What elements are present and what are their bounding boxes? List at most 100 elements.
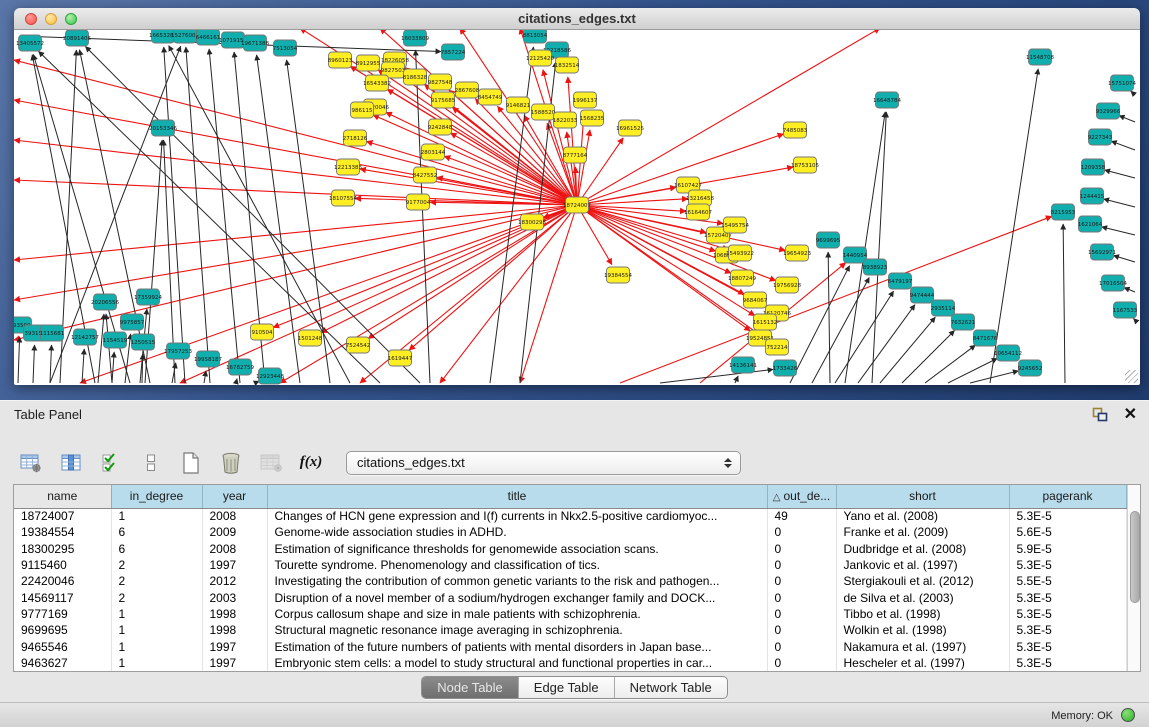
graph-node[interactable]: 19756928 [773,277,801,293]
close-panel-icon[interactable]: ✕ [1124,407,1137,422]
graph-node[interactable]: 9684067 [743,292,768,308]
network-window-titlebar[interactable]: citations_edges.txt [14,8,1140,30]
graph-edge[interactable] [409,205,577,350]
table-row[interactable]: 911546021997Tourette syndrome. Phenomeno… [14,557,1126,573]
graph-edge[interactable] [14,100,577,205]
table-cell[interactable]: 14569117 [14,589,111,605]
graph-edge[interactable] [236,379,237,383]
graph-node[interactable]: 11548708 [1026,49,1054,65]
graph-node[interactable]: 1621064 [1078,216,1103,232]
graph-node[interactable]: 18807249 [728,270,756,286]
table-cell[interactable]: 5.3E-5 [1009,638,1126,654]
graph-edge[interactable] [112,352,114,383]
graph-node[interactable]: 9227343 [1088,129,1113,145]
graph-node[interactable]: 7485083 [783,122,808,138]
table-cell[interactable]: 5.5E-5 [1009,573,1126,589]
graph-node[interactable]: 8938923 [863,259,888,275]
column-header-in_degree[interactable]: in_degree [111,485,202,508]
network-canvas[interactable]: 1340557220891406166532871527600764661611… [14,30,1140,385]
graph-node[interactable]: 2803144 [421,144,446,160]
graph-node[interactable]: 8427552 [413,167,438,183]
show-columns-icon[interactable] [60,452,82,474]
graph-node[interactable]: 8777164 [563,147,588,163]
delete-rows-icon[interactable] [220,452,242,474]
graph-node[interactable]: 17016504 [1099,275,1127,291]
table-cell[interactable]: 5.3E-5 [1009,655,1126,671]
graph-edge[interactable] [835,291,894,383]
table-cell[interactable]: 2 [111,589,202,605]
graph-node[interactable]: 17957253 [164,343,192,359]
table-cell[interactable]: 2 [111,573,202,589]
graph-node[interactable]: 12213383 [334,159,362,175]
table-cell[interactable]: 49 [767,508,836,524]
table-cell[interactable]: Genome-wide association studies in ADHD. [267,524,767,540]
graph-edge[interactable] [880,317,935,383]
column-header-short[interactable]: short [836,485,1009,508]
graph-node[interactable]: 6466161 [196,30,221,45]
table-row[interactable]: 1456911722003Disruption of a novel membe… [14,589,1126,605]
graph-node[interactable]: 8215953 [1051,204,1076,220]
table-cell[interactable]: Franke et al. (2009) [836,524,1009,540]
graph-edge[interactable] [1124,288,1135,292]
graph-node[interactable]: 2935114 [931,300,956,316]
table-cell[interactable]: 9463627 [14,655,111,671]
table-cell[interactable]: 18300295 [14,541,111,557]
graph-edge[interactable] [858,305,915,383]
table-cell[interactable]: Corpus callosum shape and size in male p… [267,606,767,622]
graph-node[interactable]: 18724007 [563,197,591,213]
graph-node[interactable]: 15495754 [721,217,749,233]
table-row[interactable]: 1872400712008Changes of HCN gene express… [14,508,1126,524]
graph-edge[interactable] [1105,170,1135,178]
graph-node[interactable]: 1996137 [573,92,598,108]
graph-node[interactable]: 1619447 [388,350,413,366]
graph-node[interactable]: 17359924 [134,289,162,305]
table-cell[interactable]: 0 [767,557,836,573]
graph-node[interactable]: 1822033 [553,112,578,128]
graph-node[interactable]: 1115681 [40,325,65,341]
table-cell[interactable]: Changes of HCN gene expression and I(f) … [267,508,767,524]
table-settings-icon[interactable] [20,452,42,474]
graph-node[interactable]: 9177004 [406,194,431,210]
graph-node[interactable]: 7524542 [346,337,371,353]
graph-node[interactable]: 1615132 [753,314,778,330]
table-cell[interactable]: Stergiakouli et al. (2012) [836,573,1009,589]
table-cell[interactable]: Estimation of significance thresholds fo… [267,541,767,557]
graph-node[interactable]: 1244415 [1080,188,1105,204]
table-cell[interactable]: 9115460 [14,557,111,573]
graph-node[interactable]: 19654923 [783,245,811,261]
column-header-pagerank[interactable]: pagerank [1009,485,1126,508]
table-cell[interactable]: 5.9E-5 [1009,541,1126,557]
graph-node[interactable]: 9975857 [120,314,145,330]
graph-edge[interactable] [142,354,143,383]
table-cell[interactable]: 2 [111,557,202,573]
graph-node[interactable]: 9329966 [1096,103,1121,119]
graph-edge[interactable] [520,205,577,383]
graph-node[interactable]: 12125420 [526,50,554,66]
graph-node[interactable]: 18753105 [791,157,819,173]
graph-node[interactable]: 20206556 [91,294,119,310]
graph-edge[interactable] [1133,318,1135,320]
graph-node[interactable]: 16033809 [401,30,429,46]
table-cell[interactable]: 9699695 [14,622,111,638]
table-cell[interactable]: 5.3E-5 [1009,589,1126,605]
network-window[interactable]: citations_edges.txt 13405572208914061665… [14,8,1140,385]
graph-edge[interactable] [18,337,20,383]
graph-edge[interactable] [209,49,240,383]
table-cell[interactable]: Hescheler et al. (1997) [836,655,1009,671]
table-cell[interactable]: Wolkin et al. (1998) [836,622,1009,638]
table-cell[interactable]: 2012 [202,573,267,589]
graph-node[interactable]: 9474444 [910,287,935,303]
graph-edge[interactable] [735,376,738,383]
graph-edge[interactable] [948,358,997,383]
graph-edge[interactable] [1104,199,1135,207]
table-cell[interactable]: 5.6E-5 [1009,524,1126,540]
window-resize-grip[interactable] [1125,370,1138,383]
table-row[interactable]: 969969511998Structural magnetic resonanc… [14,622,1126,638]
graph-node[interactable]: 8912955 [356,55,381,71]
table-cell[interactable]: de Silva et al. (2003) [836,589,1009,605]
graph-edge[interactable] [1113,255,1135,262]
tab-node-table[interactable]: Node Table [422,677,519,698]
table-cell[interactable]: 0 [767,589,836,605]
graph-node[interactable]: 7857224 [441,44,466,60]
column-header-name[interactable]: name [14,485,111,508]
